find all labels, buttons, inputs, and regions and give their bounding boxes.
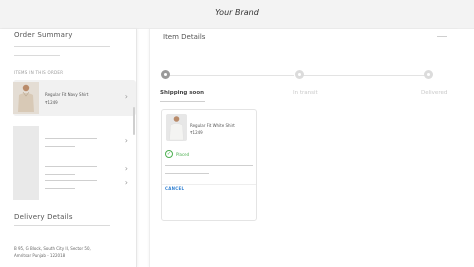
model-image-icon	[169, 116, 184, 141]
placeholder-line	[165, 165, 253, 166]
placeholder-line	[45, 146, 75, 147]
item-name: Regular Fit Navy Shirt	[45, 92, 89, 97]
minimize-icon[interactable]	[437, 36, 447, 37]
divider	[162, 184, 256, 185]
chevron-right-icon: ›	[124, 178, 128, 187]
chevron-right-icon: ›	[124, 136, 128, 145]
placeholder-line	[14, 225, 110, 226]
placeholder-line	[45, 188, 75, 189]
delivery-details-title: Delivery Details	[14, 213, 73, 221]
order-summary-sidebar: Order Summary ITEMS IN THIS ORDER Regula…	[0, 29, 137, 267]
top-bar: Your Brand	[0, 0, 474, 29]
active-step-underline	[160, 101, 205, 102]
progress-track	[166, 75, 294, 76]
step-dot-delivered	[424, 70, 433, 79]
shipment-item-card: Regular Fit White Shirt ₹1249 ✓ Placed C…	[161, 109, 257, 221]
placeholder-line	[14, 55, 60, 56]
brand-name: Your Brand	[215, 8, 259, 17]
step-label-shipping: Shipping soon	[160, 90, 205, 96]
order-item-card-placeholder[interactable]: ›	[13, 166, 136, 202]
placeholder-line	[45, 180, 97, 181]
step-label-delivered: Delivered	[421, 90, 448, 96]
status-label: Placed	[176, 152, 190, 157]
chevron-right-icon: ›	[124, 92, 128, 101]
items-label: ITEMS IN THIS ORDER	[14, 70, 64, 75]
address-line-2: Amritsar Punjab - 122018	[14, 253, 66, 258]
check-circle-icon: ✓	[165, 150, 173, 158]
item-details-panel: Item Details Shipping soon In transit De…	[149, 29, 459, 267]
progress-track	[303, 75, 429, 76]
step-dot-shipping	[161, 70, 170, 79]
address-line-1: B 95, G Block, South City II, Sector 50,	[14, 246, 91, 251]
model-image-icon	[18, 84, 34, 112]
product-thumbnail	[13, 82, 39, 114]
placeholder-line	[14, 46, 110, 47]
item-price: ₹1249	[45, 100, 58, 105]
thumbnail-placeholder	[13, 168, 39, 200]
cancel-button[interactable]: CANCEL	[165, 186, 184, 191]
order-summary-title: Order Summary	[14, 31, 73, 39]
step-dot-in-transit	[295, 70, 304, 79]
product-thumbnail	[166, 114, 187, 141]
item-details-title: Item Details	[163, 33, 206, 41]
placeholder-line	[45, 138, 97, 139]
step-label-in-transit: In transit	[293, 90, 318, 96]
placeholder-line	[165, 173, 209, 174]
item-name: Regular Fit White Shirt	[190, 123, 235, 128]
item-price: ₹1249	[190, 130, 203, 135]
order-item-card[interactable]: Regular Fit Navy Shirt ₹1249 ›	[13, 80, 136, 116]
